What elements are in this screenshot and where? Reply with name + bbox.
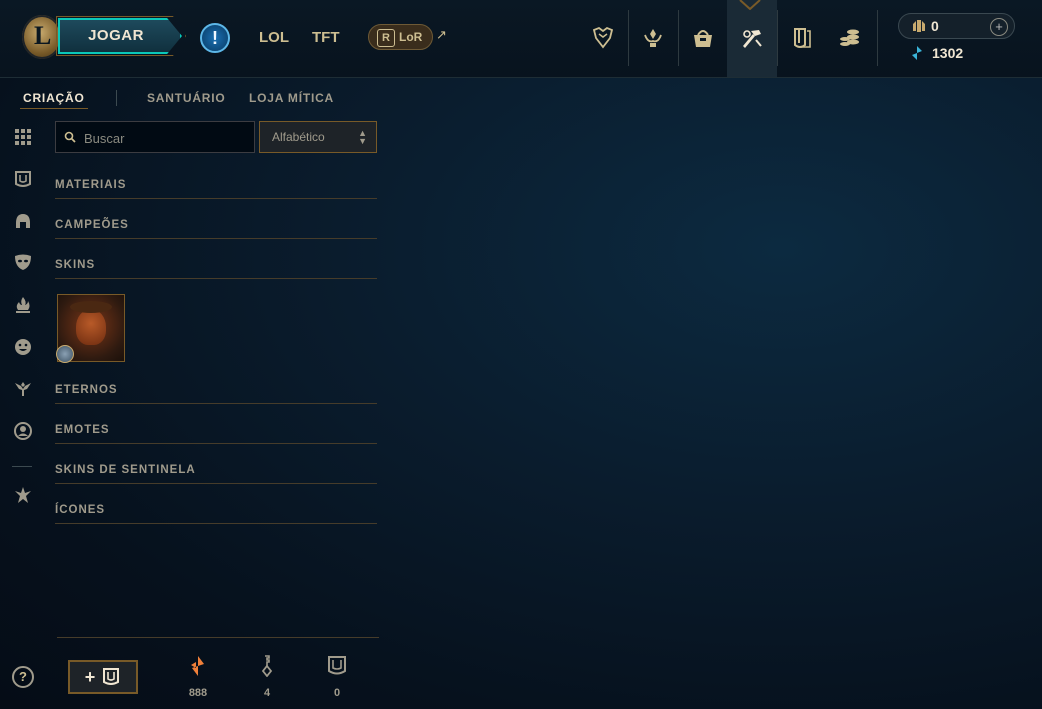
external-link-icon: ↗: [436, 27, 447, 42]
key-counter: 4: [252, 655, 282, 699]
flame-icon[interactable]: [12, 294, 34, 316]
tab-santuario[interactable]: SANTUÁRIO: [147, 91, 226, 105]
category-label: SKINS: [55, 259, 96, 271]
skin-art-hat: [70, 301, 112, 313]
search-icon: [64, 131, 76, 143]
all-grid-icon[interactable]: [12, 126, 34, 148]
chevron-updown-icon: ▲ ▼: [358, 128, 367, 146]
loot-icon[interactable]: [777, 15, 827, 61]
tab-tft[interactable]: TFT: [312, 29, 340, 46]
lor-button[interactable]: R LoR: [368, 24, 433, 50]
chest-count: 0: [333, 687, 341, 699]
riot-points-value: 0: [931, 18, 939, 34]
key-count: 4: [263, 687, 271, 699]
key-icon: [261, 655, 273, 678]
orange-essence-counter: 888: [183, 655, 213, 699]
sort-value: Alfabético: [272, 130, 325, 144]
honor-icon[interactable]: [628, 15, 678, 61]
category-eternos[interactable]: ETERNOS: [55, 380, 377, 404]
category-label: CAMPEÕES: [55, 219, 129, 231]
helmet-icon[interactable]: [12, 210, 34, 232]
chest-counter: 0: [322, 655, 352, 699]
play-button[interactable]: JOGAR: [58, 18, 182, 54]
rarity-badge-icon: [56, 345, 74, 363]
tab-loja-mitica[interactable]: LOJA MÍTICA: [249, 91, 334, 105]
add-symbol: +: [84, 666, 96, 687]
active-caret-icon: [739, 0, 761, 10]
help-button[interactable]: ?: [12, 666, 34, 688]
orange-essence-count: 888: [188, 687, 208, 699]
category-label: EMOTES: [55, 424, 110, 436]
add-chest-button[interactable]: +: [68, 660, 138, 694]
search-box[interactable]: [55, 121, 255, 153]
top-bar: L JOGAR ! LOL TFT R LoR ↗ 0 + 1302: [0, 0, 1042, 78]
active-tab-underline: [20, 108, 88, 109]
crafting-icon[interactable]: [727, 0, 777, 77]
add-rp-button[interactable]: +: [990, 18, 1008, 36]
play-button-label: JOGAR: [88, 27, 144, 44]
category-label: MATERIAIS: [55, 179, 127, 191]
tab-lol[interactable]: LOL: [259, 29, 289, 46]
chest-icon: [103, 668, 120, 685]
search-input[interactable]: [82, 128, 251, 148]
category-emotes[interactable]: EMOTES: [55, 420, 377, 444]
sort-dropdown[interactable]: Alfabético ▲ ▼: [259, 121, 377, 153]
lor-label: LoR: [399, 30, 423, 44]
category-label: ÍCONES: [55, 504, 106, 516]
category-materiais[interactable]: MATERIAIS: [55, 175, 377, 199]
category-skins-sentinela[interactable]: SKINS DE SENTINELA: [55, 460, 377, 484]
category-label: SKINS DE SENTINELA: [55, 464, 196, 476]
alert-icon[interactable]: !: [200, 23, 230, 53]
skin-shard-tile[interactable]: [56, 294, 125, 363]
profile-icon[interactable]: [12, 420, 34, 442]
trophy-icon[interactable]: [578, 15, 628, 61]
footer-divider: [57, 637, 379, 638]
category-skins[interactable]: SKINS: [55, 255, 377, 279]
skin-art: [76, 309, 106, 345]
emote-icon[interactable]: [12, 336, 34, 358]
category-label: ETERNOS: [55, 384, 118, 396]
sidebar-divider: [12, 466, 32, 467]
lor-logo-icon: R: [377, 29, 395, 47]
riot-points-wallet[interactable]: 0 +: [898, 13, 1015, 39]
mask-icon[interactable]: [12, 251, 34, 273]
collection-bag-icon[interactable]: [678, 15, 728, 61]
store-coins-icon[interactable]: [825, 15, 875, 61]
blue-essence-value: 1302: [932, 45, 964, 61]
orange-essence-icon: [191, 656, 204, 676]
category-campeoes[interactable]: CAMPEÕES: [55, 215, 377, 239]
ward-icon[interactable]: [12, 377, 34, 399]
blue-essence-icon: [912, 46, 922, 60]
category-icones[interactable]: ÍCONES: [55, 500, 377, 524]
nav-divider: [877, 10, 878, 66]
riot-points-icon: [913, 20, 925, 32]
eternals-icon[interactable]: [12, 484, 34, 506]
subnav-divider: [116, 90, 117, 106]
chest-icon[interactable]: [12, 168, 34, 190]
chest-icon: [328, 656, 346, 675]
tab-criacao[interactable]: CRIAÇÃO: [23, 91, 85, 105]
